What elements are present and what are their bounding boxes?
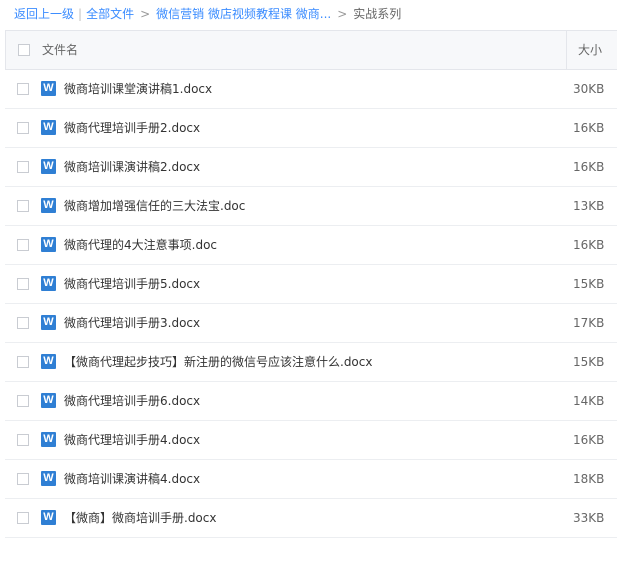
table-row[interactable]: W 微商代理培训手册3.docx 17KB [5, 304, 617, 343]
table-row[interactable]: W 微商代理培训手册2.docx 16KB [5, 109, 617, 148]
word-doc-icon: W [41, 276, 56, 291]
file-size: 15KB [573, 355, 605, 369]
file-name-link[interactable]: 微商代理培训手册3.docx [64, 304, 200, 342]
table-row[interactable]: W 【微商代理起步技巧】新注册的微信号应该注意什么.docx 15KB [5, 343, 617, 382]
row-checkbox[interactable] [17, 278, 29, 290]
file-size: 16KB [573, 160, 605, 174]
file-name-link[interactable]: 微商培训课演讲稿2.docx [64, 148, 200, 186]
word-doc-icon: W [41, 471, 56, 486]
row-checkbox[interactable] [17, 473, 29, 485]
row-checkbox[interactable] [17, 434, 29, 446]
breadcrumb-separator: | [78, 7, 83, 21]
column-header-name[interactable]: 文件名 [42, 31, 78, 69]
row-checkbox[interactable] [17, 83, 29, 95]
word-doc-icon: W [41, 159, 56, 174]
file-name-link[interactable]: 微商代理培训手册4.docx [64, 421, 200, 459]
word-doc-icon: W [41, 354, 56, 369]
word-doc-icon: W [41, 432, 56, 447]
word-doc-icon: W [41, 510, 56, 525]
table-row[interactable]: W 微商培训课堂演讲稿1.docx 30KB [5, 70, 617, 109]
file-size: 30KB [573, 82, 605, 96]
back-link[interactable]: 返回上一级 [14, 7, 74, 21]
word-doc-icon: W [41, 393, 56, 408]
file-name-link[interactable]: 微商代理培训手册5.docx [64, 265, 200, 303]
file-name-link[interactable]: 微商增加增强信任的三大法宝.doc [64, 187, 245, 225]
file-size: 17KB [573, 316, 605, 330]
row-checkbox[interactable] [17, 200, 29, 212]
row-checkbox[interactable] [17, 356, 29, 368]
column-divider[interactable] [566, 31, 567, 69]
table-row[interactable]: W 微商代理培训手册5.docx 15KB [5, 265, 617, 304]
breadcrumb-current: 实战系列 [353, 7, 402, 21]
row-checkbox[interactable] [17, 122, 29, 134]
chevron-right-icon: > [140, 7, 151, 21]
file-name-link[interactable]: 微商代理的4大注意事项.doc [64, 226, 217, 264]
word-doc-icon: W [41, 81, 56, 96]
word-doc-icon: W [41, 198, 56, 213]
file-size: 13KB [573, 199, 605, 213]
table-row[interactable]: W 微商代理的4大注意事项.doc 16KB [5, 226, 617, 265]
file-size: 16KB [573, 238, 605, 252]
table-row[interactable]: W 【微商】微商培训手册.docx 33KB [5, 499, 617, 538]
row-checkbox[interactable] [17, 512, 29, 524]
row-checkbox[interactable] [17, 239, 29, 251]
word-doc-icon: W [41, 237, 56, 252]
word-doc-icon: W [41, 315, 56, 330]
table-header: 文件名 大小 [5, 30, 617, 70]
file-name-link[interactable]: 微商代理培训手册2.docx [64, 109, 200, 147]
file-size: 16KB [573, 121, 605, 135]
file-name-link[interactable]: 【微商】微商培训手册.docx [64, 499, 216, 537]
breadcrumb: 返回上一级 | 全部文件 > 微信营销 微店视频教程课 微商... > 实战系列 [0, 0, 617, 28]
file-list: W 微商培训课堂演讲稿1.docx 30KB W 微商代理培训手册2.docx 16KB W… [5, 70, 617, 538]
table-row[interactable]: W 微商培训课演讲稿2.docx 16KB [5, 148, 617, 187]
table-row[interactable]: W 微商培训课演讲稿4.docx 18KB [5, 460, 617, 499]
file-size: 33KB [573, 511, 605, 525]
file-size: 16KB [573, 433, 605, 447]
file-name-link[interactable]: 【微商代理起步技巧】新注册的微信号应该注意什么.docx [64, 343, 372, 381]
chevron-right-icon: > [337, 7, 348, 21]
file-size: 18KB [573, 472, 605, 486]
word-doc-icon: W [41, 120, 56, 135]
breadcrumb-path-link[interactable]: 微信营销 微店视频教程课 微商... [156, 7, 331, 21]
file-name-link[interactable]: 微商培训课演讲稿4.docx [64, 460, 200, 498]
row-checkbox[interactable] [17, 161, 29, 173]
select-all-checkbox[interactable] [18, 44, 30, 56]
file-size: 14KB [573, 394, 605, 408]
file-name-link[interactable]: 微商培训课堂演讲稿1.docx [64, 70, 212, 108]
breadcrumb-root-link[interactable]: 全部文件 [86, 7, 134, 21]
column-header-size[interactable]: 大小 [578, 31, 602, 69]
file-size: 15KB [573, 277, 605, 291]
table-row[interactable]: W 微商增加增强信任的三大法宝.doc 13KB [5, 187, 617, 226]
row-checkbox[interactable] [17, 317, 29, 329]
table-row[interactable]: W 微商代理培训手册6.docx 14KB [5, 382, 617, 421]
file-name-link[interactable]: 微商代理培训手册6.docx [64, 382, 200, 420]
file-table: 文件名 大小 W 微商培训课堂演讲稿1.docx 30KB W 微商代理培训手册2.do… [5, 30, 617, 538]
table-row[interactable]: W 微商代理培训手册4.docx 16KB [5, 421, 617, 460]
row-checkbox[interactable] [17, 395, 29, 407]
